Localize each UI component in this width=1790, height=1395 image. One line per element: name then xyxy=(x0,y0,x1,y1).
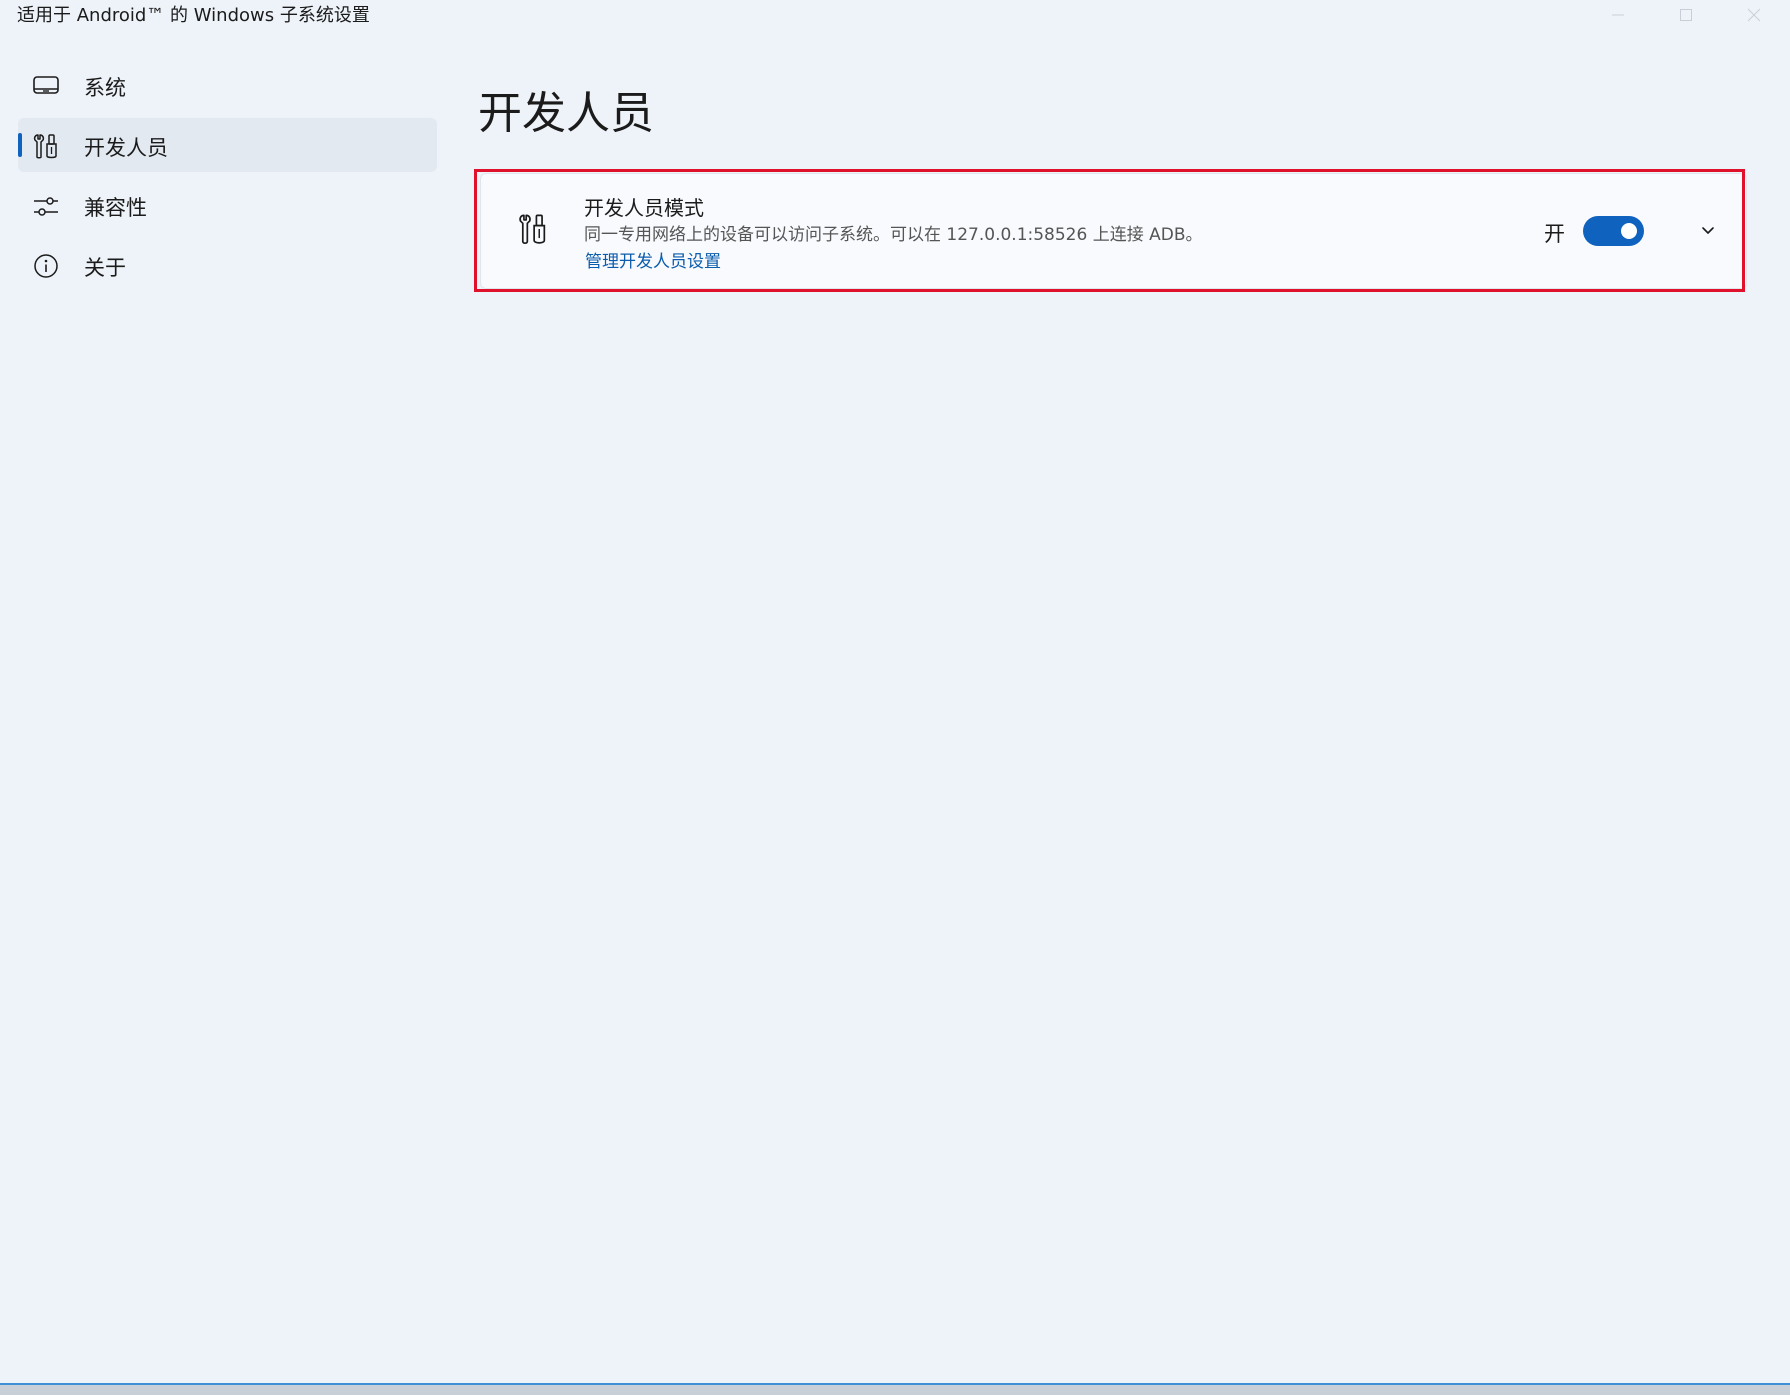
developer-mode-toggle[interactable] xyxy=(1583,216,1644,246)
minimize-button[interactable] xyxy=(1584,0,1652,30)
taskbar-edge xyxy=(0,1383,1790,1395)
developer-tools-icon xyxy=(519,214,546,245)
chevron-down-icon xyxy=(1702,227,1714,234)
maximize-icon xyxy=(1680,9,1692,21)
window-title: 适用于 Android™ 的 Windows 子系统设置 xyxy=(17,5,370,26)
info-icon xyxy=(34,254,58,278)
title-bar: 适用于 Android™ 的 Windows 子系统设置 xyxy=(0,0,1790,40)
developer-mode-title: 开发人员模式 xyxy=(584,196,704,220)
close-button[interactable] xyxy=(1720,0,1788,30)
active-indicator xyxy=(18,133,22,157)
developer-tools-icon xyxy=(33,134,57,159)
sidebar-item-label: 系统 xyxy=(84,76,126,100)
developer-mode-card[interactable]: 开发人员模式 同一专用网络上的设备可以访问子系统。可以在 127.0.0.1:5… xyxy=(480,173,1747,289)
toggle-knob xyxy=(1621,223,1637,239)
sidebar-item-developer[interactable]: 开发人员 xyxy=(18,118,437,172)
maximize-button[interactable] xyxy=(1652,0,1720,30)
developer-mode-description: 同一专用网络上的设备可以访问子系统。可以在 127.0.0.1:58526 上连… xyxy=(584,225,1203,245)
sidebar-item-label: 开发人员 xyxy=(84,136,168,160)
sidebar-item-label: 关于 xyxy=(84,256,126,280)
sliders-icon xyxy=(34,197,58,216)
minimize-icon xyxy=(1612,14,1624,16)
manage-developer-settings-link[interactable]: 管理开发人员设置 xyxy=(585,247,721,272)
page-title: 开发人员 xyxy=(478,88,654,140)
close-icon xyxy=(1747,8,1761,22)
sidebar-item-label: 兼容性 xyxy=(84,196,147,220)
toggle-state-label: 开 xyxy=(1544,222,1565,246)
sidebar-item-system[interactable]: 系统 xyxy=(18,58,437,112)
sidebar-item-about[interactable]: 关于 xyxy=(18,238,437,292)
sidebar-item-compatibility[interactable]: 兼容性 xyxy=(18,178,437,232)
expand-button[interactable] xyxy=(1693,216,1723,246)
system-icon xyxy=(33,76,59,94)
